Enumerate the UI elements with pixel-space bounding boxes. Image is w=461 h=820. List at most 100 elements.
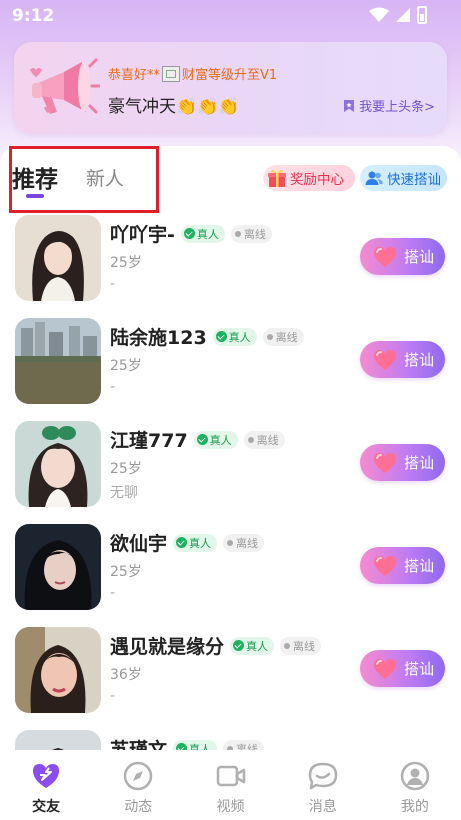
- banner-message: 豪气冲天👏👏👏: [108, 97, 240, 117]
- status-dot-icon: [266, 333, 273, 340]
- real-person-badge: 真人: [180, 224, 225, 243]
- headline-request-label: 我要上头条>: [359, 100, 435, 115]
- chat-up-button[interactable]: 搭讪: [360, 444, 445, 481]
- bottom-nav: 交友 动态 视频 消息 我的: [0, 750, 461, 820]
- chat-up-button[interactable]: 搭讪: [360, 650, 445, 687]
- chat-up-label: 搭讪: [404, 557, 435, 575]
- chat-up-label: 搭讪: [404, 660, 435, 678]
- nav-item-moments[interactable]: 动态: [92, 750, 184, 820]
- user-name: 陆余施123: [110, 327, 207, 349]
- offline-badge-label: 离线: [275, 330, 298, 344]
- check-icon: [183, 228, 195, 239]
- real-person-badge: 真人: [173, 533, 218, 552]
- broken-image-icon: [162, 65, 181, 82]
- avatar[interactable]: [15, 215, 101, 301]
- chat-up-button[interactable]: 搭讪: [360, 341, 445, 378]
- chat-up-label: 搭讪: [404, 248, 435, 266]
- real-person-badge: 真人: [193, 430, 238, 449]
- chat-up-label: 搭讪: [404, 454, 435, 472]
- nav-label: 交友: [32, 799, 61, 815]
- users-icon: [365, 171, 383, 185]
- name-line: 江瑾777 真人 离线: [110, 426, 285, 453]
- chat-up-button[interactable]: 搭讪: [360, 547, 445, 584]
- signal-icon: [396, 8, 410, 22]
- nav-label: 视频: [216, 799, 245, 815]
- user-age: 25岁: [110, 255, 142, 271]
- list-item[interactable]: 欲仙宇 真人 离线 25岁 - 搭讪: [0, 517, 461, 620]
- chat-up-button[interactable]: 搭讪: [360, 238, 445, 275]
- offline-badge: 离线: [243, 430, 285, 449]
- offline-badge-label: 离线: [293, 639, 316, 653]
- battery-icon: [417, 6, 427, 24]
- check-icon: [215, 331, 227, 342]
- offline-badge-label: 离线: [256, 433, 279, 447]
- message-bubble-icon: [308, 762, 337, 790]
- real-badge-label: 真人: [189, 536, 212, 550]
- avatar[interactable]: [15, 318, 101, 404]
- tab-recommend[interactable]: 推荐: [12, 160, 58, 194]
- name-line: 遇见就是缘分 真人 离线: [110, 632, 322, 659]
- status-icons: [369, 6, 427, 24]
- nav-label: 动态: [124, 799, 153, 815]
- nav-item-friends[interactable]: 交友: [0, 750, 92, 820]
- heart-icon: [373, 555, 397, 576]
- user-signature: -: [110, 688, 116, 704]
- nav-item-profile[interactable]: 我的: [369, 750, 461, 820]
- user-signature: -: [110, 276, 116, 292]
- video-camera-icon: [216, 765, 245, 787]
- avatar[interactable]: [15, 627, 101, 713]
- nav-label: 我的: [400, 799, 429, 815]
- offline-badge: 离线: [230, 224, 272, 243]
- check-icon: [176, 537, 188, 548]
- user-list: 吖吖宇- 真人 离线 25岁 - 搭讪 陆余施123 真人 离线 25岁 - 搭…: [0, 208, 461, 754]
- nav-label: 消息: [308, 799, 337, 815]
- list-item[interactable]: 江瑾777 真人 离线 25岁 无聊 搭讪: [0, 414, 461, 517]
- reward-center-label: 奖励中心: [290, 172, 344, 188]
- status-dot-icon: [284, 642, 291, 649]
- check-icon: [233, 640, 245, 651]
- headline-request-link[interactable]: 我要上头条>: [342, 96, 435, 115]
- heart-icon: [373, 246, 397, 267]
- user-name: 江瑾777: [110, 430, 188, 452]
- heart-icon: [373, 658, 397, 679]
- banner-headline: 恭喜好** 财富等级升至V1: [108, 64, 277, 83]
- real-person-badge: 真人: [212, 327, 257, 346]
- user-name: 吖吖宇-: [110, 224, 175, 246]
- offline-badge: 离线: [280, 636, 322, 655]
- real-badge-label: 真人: [196, 227, 219, 241]
- profile-icon: [400, 761, 430, 791]
- offline-badge-label: 离线: [236, 536, 259, 550]
- heart-icon: [373, 452, 397, 473]
- announcement-banner[interactable]: 恭喜好** 财富等级升至V1 豪气冲天👏👏👏 我要上头条>: [14, 42, 447, 134]
- megaphone-icon: [30, 58, 100, 114]
- nav-item-video[interactable]: 视频: [184, 750, 276, 820]
- quick-chat-label: 快速搭讪: [387, 172, 441, 188]
- status-dot-icon: [227, 539, 234, 546]
- status-bar: 9:12: [0, 0, 461, 32]
- user-age: 25岁: [110, 564, 142, 580]
- user-signature: 无聊: [110, 485, 138, 501]
- list-item[interactable]: 吖吖宇- 真人 离线 25岁 - 搭讪: [0, 208, 461, 311]
- real-badge-label: 真人: [209, 433, 232, 447]
- name-line: 陆余施123 真人 离线: [110, 323, 304, 350]
- user-age: 36岁: [110, 667, 142, 683]
- list-item[interactable]: 陆余施123 真人 离线 25岁 - 搭讪: [0, 311, 461, 414]
- banner-level-text: 财富等级升至V1: [182, 68, 278, 83]
- avatar[interactable]: [15, 524, 101, 610]
- name-line: 吖吖宇- 真人 离线: [110, 220, 272, 247]
- offline-badge: 离线: [223, 533, 265, 552]
- nav-item-messages[interactable]: 消息: [277, 750, 369, 820]
- reward-center-button[interactable]: 奖励中心: [263, 165, 355, 191]
- user-name: 遇见就是缘分: [110, 636, 225, 658]
- tab-new-users[interactable]: 新人: [86, 164, 124, 191]
- quick-chat-button[interactable]: 快速搭讪: [360, 165, 447, 191]
- active-tab-indicator: [26, 194, 44, 198]
- name-line: 欲仙宇 真人 离线: [110, 529, 265, 556]
- check-icon: [196, 434, 208, 445]
- gift-icon: [268, 169, 286, 187]
- bookmark-icon: [344, 99, 355, 112]
- user-signature: -: [110, 585, 116, 601]
- list-item[interactable]: 遇见就是缘分 真人 离线 36岁 - 搭讪: [0, 620, 461, 723]
- offline-badge: 离线: [262, 327, 304, 346]
- avatar[interactable]: [15, 421, 101, 507]
